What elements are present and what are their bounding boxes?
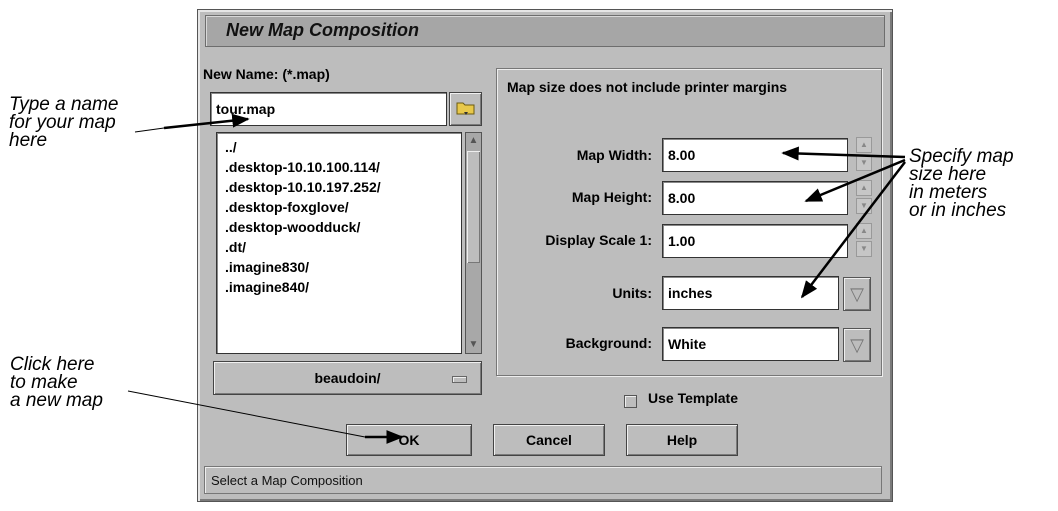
callout-line [127,390,366,438]
callout-line [134,127,165,133]
callout-arrows [127,113,906,444]
callout-arrow [163,113,250,130]
callout-arrow [781,146,906,161]
